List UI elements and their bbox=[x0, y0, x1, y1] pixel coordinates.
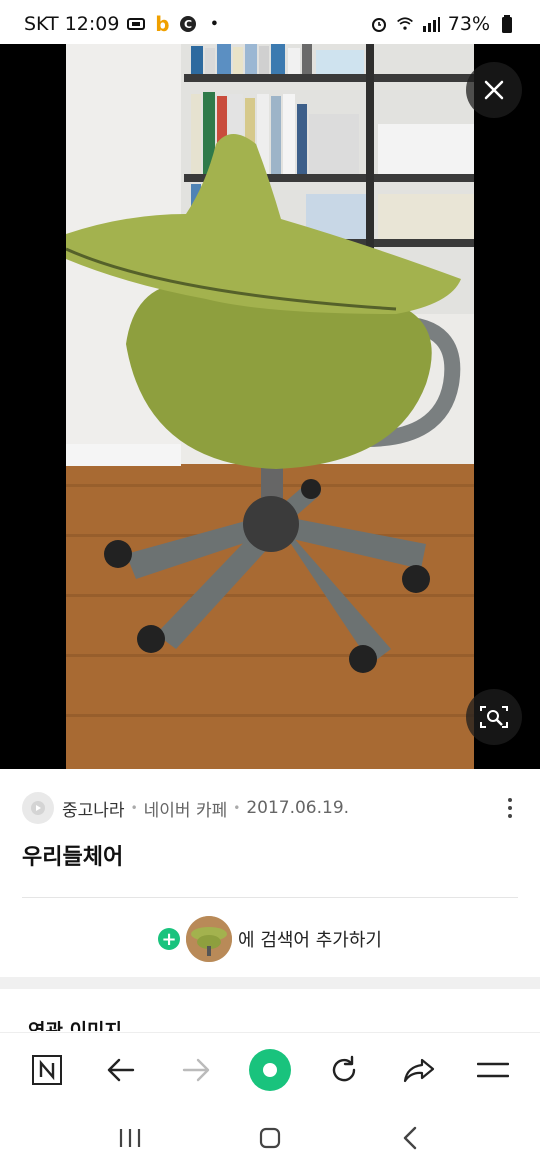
close-icon bbox=[484, 80, 504, 100]
more-dot-icon bbox=[508, 806, 512, 810]
home-icon bbox=[259, 1127, 281, 1149]
section-separator bbox=[0, 977, 540, 989]
status-left: SKT 12:09 b C • bbox=[24, 12, 223, 36]
more-notifications-dot-icon: • bbox=[210, 16, 219, 32]
divider bbox=[22, 897, 518, 898]
home-button[interactable] bbox=[246, 1114, 294, 1162]
add-search-term-button[interactable]: + 에 검색어 추가하기 bbox=[0, 915, 540, 963]
recents-button[interactable] bbox=[106, 1114, 154, 1162]
system-back-button[interactable] bbox=[386, 1114, 434, 1162]
share-button[interactable] bbox=[395, 1046, 443, 1094]
close-button[interactable] bbox=[466, 62, 522, 118]
alarm-icon bbox=[370, 15, 388, 33]
b-app-icon: b bbox=[155, 12, 170, 36]
more-options-button[interactable] bbox=[498, 793, 522, 823]
source-name[interactable]: 중고나라 bbox=[62, 796, 125, 821]
wifi-icon bbox=[396, 15, 414, 33]
add-search-term-label: 에 검색어 추가하기 bbox=[238, 930, 382, 951]
image-search-button[interactable] bbox=[466, 689, 522, 745]
more-dot-icon bbox=[508, 798, 512, 802]
browser-toolbar bbox=[0, 1032, 540, 1106]
more-dot-icon bbox=[508, 814, 512, 818]
status-bar: SKT 12:09 b C • 73% bbox=[0, 0, 540, 48]
source-row[interactable]: 중고나라 • 네이버 카페 • 2017.06.19. bbox=[22, 791, 522, 825]
refresh-icon bbox=[333, 1055, 356, 1081]
back-icon bbox=[403, 1126, 417, 1150]
forward-button[interactable] bbox=[172, 1046, 220, 1094]
chair-photo[interactable] bbox=[66, 44, 474, 769]
green-dot-button[interactable] bbox=[246, 1046, 294, 1094]
chair-photo-illustration bbox=[66, 44, 474, 769]
battery-percent: 73% bbox=[447, 13, 490, 35]
plus-icon: + bbox=[158, 928, 181, 950]
c-app-icon: C bbox=[179, 15, 197, 33]
status-right: 73% bbox=[370, 13, 516, 35]
system-nav-bar bbox=[0, 1106, 540, 1170]
back-arrow-icon bbox=[108, 1058, 135, 1081]
chair-thumbnail bbox=[186, 916, 233, 962]
battery-icon bbox=[498, 15, 516, 33]
source-logo-icon bbox=[22, 792, 54, 824]
forward-arrow-icon bbox=[182, 1058, 209, 1081]
separator-dot: • bbox=[130, 801, 138, 815]
related-images-heading: 연관 이미지 bbox=[28, 1020, 123, 1031]
separator-dot: • bbox=[233, 801, 241, 815]
svg-text:C: C bbox=[184, 18, 192, 31]
naver-n-icon bbox=[32, 1054, 63, 1085]
source-date: 2017.06.19. bbox=[246, 798, 350, 818]
post-title[interactable]: 우리들체어 bbox=[22, 839, 123, 871]
green-dot-icon bbox=[248, 1048, 291, 1091]
image-viewer bbox=[0, 44, 540, 769]
image-search-lens-icon bbox=[480, 706, 508, 728]
carrier-time: SKT 12:09 bbox=[24, 13, 120, 35]
notification-app-icon bbox=[127, 15, 146, 33]
naver-home-button[interactable] bbox=[23, 1046, 71, 1094]
share-icon bbox=[403, 1058, 434, 1082]
recents-icon bbox=[119, 1129, 141, 1147]
source-platform: 네이버 카페 bbox=[143, 800, 228, 821]
menu-button[interactable] bbox=[469, 1046, 517, 1094]
refresh-button[interactable] bbox=[320, 1046, 368, 1094]
back-button[interactable] bbox=[97, 1046, 145, 1094]
menu-icon bbox=[476, 1062, 509, 1077]
signal-icon bbox=[422, 15, 440, 33]
